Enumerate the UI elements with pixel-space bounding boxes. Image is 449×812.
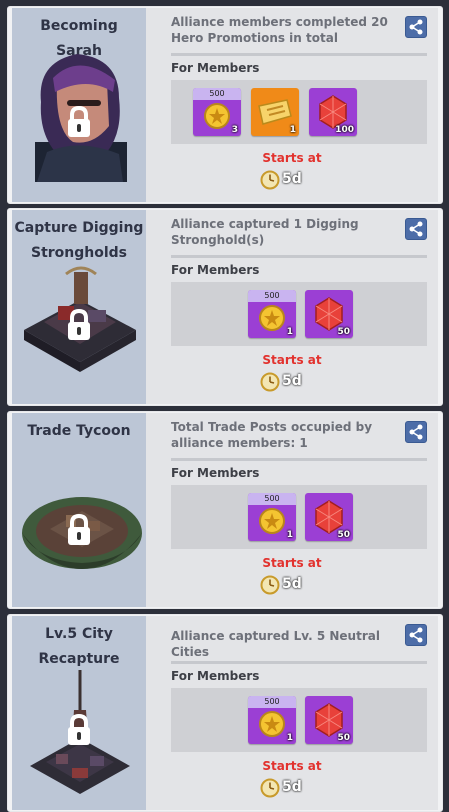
countdown: 5d [260, 778, 330, 798]
reward-quantity: 50 [337, 733, 350, 743]
event-title: Trade Tycoon [12, 419, 146, 444]
starts-at-label: Starts at [262, 556, 322, 570]
event-art-panel: Capture Digging Strongholds [12, 210, 146, 404]
countdown: 5d [260, 575, 330, 595]
reward-badge: 500 [248, 290, 296, 302]
clock-icon [260, 778, 280, 798]
ticket-icon [258, 99, 292, 125]
lock-icon [68, 105, 90, 137]
share-button[interactable] [405, 16, 427, 38]
reward-hero-medal[interactable]: 500 1 [248, 290, 296, 338]
event-details: Alliance members completed 20 Hero Promo… [146, 8, 438, 202]
event-art-panel: Lv.5 City Recapture [12, 616, 146, 810]
clock-icon [260, 170, 280, 190]
for-members-label: For Members [171, 263, 260, 277]
reward-hero-medal[interactable]: 500 1 [248, 696, 296, 744]
starts-at-label: Starts at [262, 353, 322, 367]
countdown: 5d [260, 372, 330, 392]
event-card-trade-tycoon[interactable]: Trade Tycoon Total Trade Posts occupied … [7, 411, 443, 609]
reward-red-gem[interactable]: 50 [305, 696, 353, 744]
share-button[interactable] [405, 421, 427, 443]
lock-icon [68, 513, 90, 545]
reward-panel: 500 1 50 [171, 485, 427, 549]
event-title-line1: Trade Tycoon [27, 423, 131, 439]
medal-icon [204, 103, 230, 129]
event-card-lv5-city-recapture[interactable]: Lv.5 City Recapture Alliance captured Lv… [7, 614, 443, 812]
reward-red-gem[interactable]: 100 [309, 88, 357, 136]
for-members-label: For Members [171, 466, 260, 480]
reward-red-gem[interactable]: 50 [305, 290, 353, 338]
divider [171, 661, 427, 664]
lock-icon [68, 713, 90, 745]
event-description: Alliance captured 1 Digging Stronghold(s… [171, 217, 359, 247]
starts-at-label: Starts at [262, 759, 322, 773]
event-art-panel: Trade Tycoon [12, 413, 146, 607]
reward-badge: 500 [193, 88, 241, 100]
divider [171, 255, 427, 258]
reward-red-gem[interactable]: 50 [305, 493, 353, 541]
clock-icon [260, 372, 280, 392]
event-details: Alliance captured 1 Digging Stronghold(s… [146, 210, 438, 404]
event-details: Alliance captured Lv. 5 Neutral Cities F… [146, 616, 438, 810]
reward-hero-medal[interactable]: 500 1 [248, 493, 296, 541]
reward-badge: 500 [248, 493, 296, 505]
reward-panel: 500 3 1 100 [171, 80, 427, 144]
reward-badge: 500 [248, 696, 296, 708]
reward-hero-medal[interactable]: 500 3 [193, 88, 241, 136]
event-description: Alliance members completed 20 Hero Promo… [171, 15, 388, 45]
event-title-line1: Becoming [40, 18, 118, 34]
medal-icon [259, 305, 285, 331]
reward-quantity: 1 [286, 327, 293, 337]
lock-icon [68, 308, 90, 340]
countdown-text: 5d [282, 373, 302, 389]
clock-icon [260, 575, 280, 595]
share-icon [409, 19, 423, 35]
event-card-becoming-sarah[interactable]: Becoming Sarah Alliance members complete… [7, 6, 443, 204]
share-button[interactable] [405, 624, 427, 646]
share-icon [409, 627, 423, 643]
event-title-line1: Capture Digging [14, 220, 144, 236]
reward-quantity: 1 [289, 125, 296, 135]
event-description: Alliance captured Lv. 5 Neutral Cities [171, 629, 380, 659]
divider [171, 53, 427, 56]
share-icon [409, 221, 423, 237]
reward-quantity: 50 [337, 530, 350, 540]
share-icon [409, 424, 423, 440]
reward-panel: 500 1 50 [171, 688, 427, 752]
event-title: Lv.5 City Recapture [12, 622, 146, 672]
reward-quantity: 3 [231, 125, 238, 135]
medal-icon [259, 711, 285, 737]
event-card-capture-digging-strongholds[interactable]: Capture Digging Strongholds Alliance cap… [7, 208, 443, 406]
countdown-text: 5d [282, 171, 302, 187]
for-members-label: For Members [171, 669, 260, 683]
reward-quantity: 50 [337, 327, 350, 337]
countdown-text: 5d [282, 576, 302, 592]
countdown: 5d [260, 170, 330, 190]
divider [171, 458, 427, 461]
for-members-label: For Members [171, 61, 260, 75]
starts-at-label: Starts at [262, 151, 322, 165]
share-button[interactable] [405, 218, 427, 240]
event-title-line2: Strongholds [30, 245, 128, 261]
event-description: Total Trade Posts occupied by alliance m… [171, 420, 373, 450]
event-title: Capture Digging Strongholds [12, 216, 146, 266]
event-title-line1: Lv.5 City [45, 626, 113, 642]
reward-panel: 500 1 50 [171, 282, 427, 346]
reward-quantity: 100 [335, 125, 354, 135]
event-details: Total Trade Posts occupied by alliance m… [146, 413, 438, 607]
reward-gold-ticket[interactable]: 1 [251, 88, 299, 136]
reward-quantity: 1 [286, 530, 293, 540]
event-title-line2: Recapture [38, 651, 120, 667]
reward-quantity: 1 [286, 733, 293, 743]
countdown-text: 5d [282, 779, 302, 795]
medal-icon [259, 508, 285, 534]
event-art-panel: Becoming Sarah [12, 8, 146, 202]
